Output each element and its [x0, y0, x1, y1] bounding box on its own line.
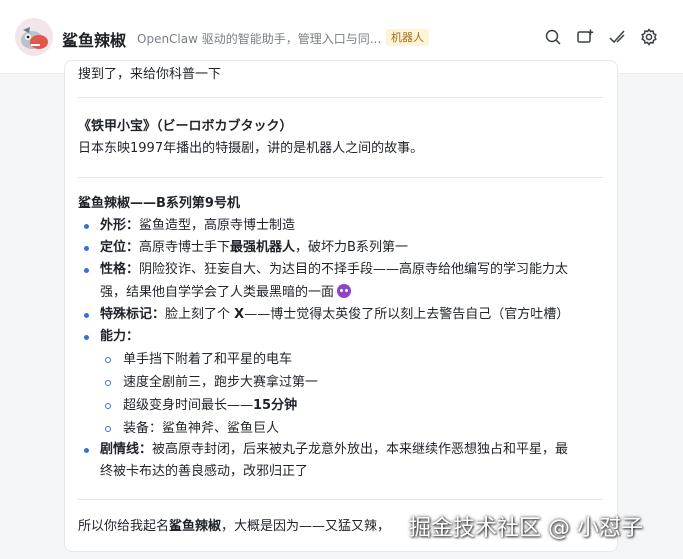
personality-item-cont: 强，结果他自学学会了人类最黑暗的一面: [100, 284, 352, 302]
gear-icon[interactable]: [640, 28, 658, 46]
check-edit-icon[interactable]: [608, 28, 626, 46]
bot-description: OpenClaw 驱动的智能助手，管理入口与同...: [137, 32, 382, 46]
plot-item-cont: 终被卡布达的善良感动，改邪归正了: [100, 464, 309, 479]
sub-bullet: [105, 380, 111, 386]
sub-bullet: [105, 357, 111, 363]
bullet: [84, 313, 89, 318]
appearance-item: 外形：鲨鱼造型，高原寺博士制造: [100, 218, 296, 233]
bot-avatar[interactable]: [15, 18, 53, 56]
bullet: [84, 448, 89, 453]
bullet: [84, 335, 89, 340]
bullet: [84, 268, 89, 273]
assistant-message-card: 搜到了，来给你科普一下 《铁甲小宝》（ビーロボカブタック） 日本东映1997年播…: [64, 60, 618, 552]
bullet: [84, 246, 89, 251]
bot-name: 鲨鱼辣椒: [62, 31, 127, 50]
watermark: 掘金技术社区 @ 小怼子: [409, 516, 643, 541]
show-description: 日本东映1997年播出的特摄剧，讲的是机器人之间的故事。: [78, 141, 424, 156]
clipped-message-line: 搜到了，来给你科普一下: [78, 67, 222, 82]
personality-item: 性格：阴险狡诈、狂妄自大、为达目的不择手段——高原寺给他编写的学习能力太: [100, 262, 569, 277]
devil-emoji-icon: [337, 284, 352, 298]
bullet: [84, 224, 89, 229]
abilities-label: 能力：: [100, 329, 140, 344]
ability-item: 装备：鲨鱼神斧、鲨鱼巨人: [123, 421, 280, 436]
ability-item: 速度全剧前三，跑步大赛拿过第一: [123, 375, 319, 390]
show-title: 《铁甲小宝》（ビーロボカブタック）: [78, 119, 293, 134]
ability-item: 单手挡下附着了和平星的电车: [123, 352, 293, 367]
divider: [78, 499, 603, 500]
ability-item: 超级变身时间最长——15分钟: [123, 398, 298, 413]
divider: [78, 177, 603, 178]
sub-bullet: [105, 403, 111, 409]
sub-bullet: [105, 426, 111, 432]
position-item: 定位：高原寺博士手下最强机器人，破坏力B系列第一: [100, 240, 408, 255]
divider: [78, 97, 603, 98]
special-mark-item: 特殊标记：脸上刻了个 X——博士觉得太英俊了所以刻上去警告自己（官方吐槽）: [100, 307, 570, 322]
search-icon[interactable]: [544, 28, 562, 46]
closing-line: 所以你给我起名鲨鱼辣椒，大概是因为——又猛又辣，: [78, 519, 391, 534]
bot-badge: 机器人: [386, 29, 429, 46]
profile-heading: 鲨鱼辣椒——B系列第9号机: [78, 196, 240, 211]
add-tab-icon[interactable]: [576, 28, 594, 46]
plot-item: 剧情线：被高原寺封闭，后来被丸子龙意外放出，本来继续作恶想独占和平星，最: [100, 442, 569, 457]
